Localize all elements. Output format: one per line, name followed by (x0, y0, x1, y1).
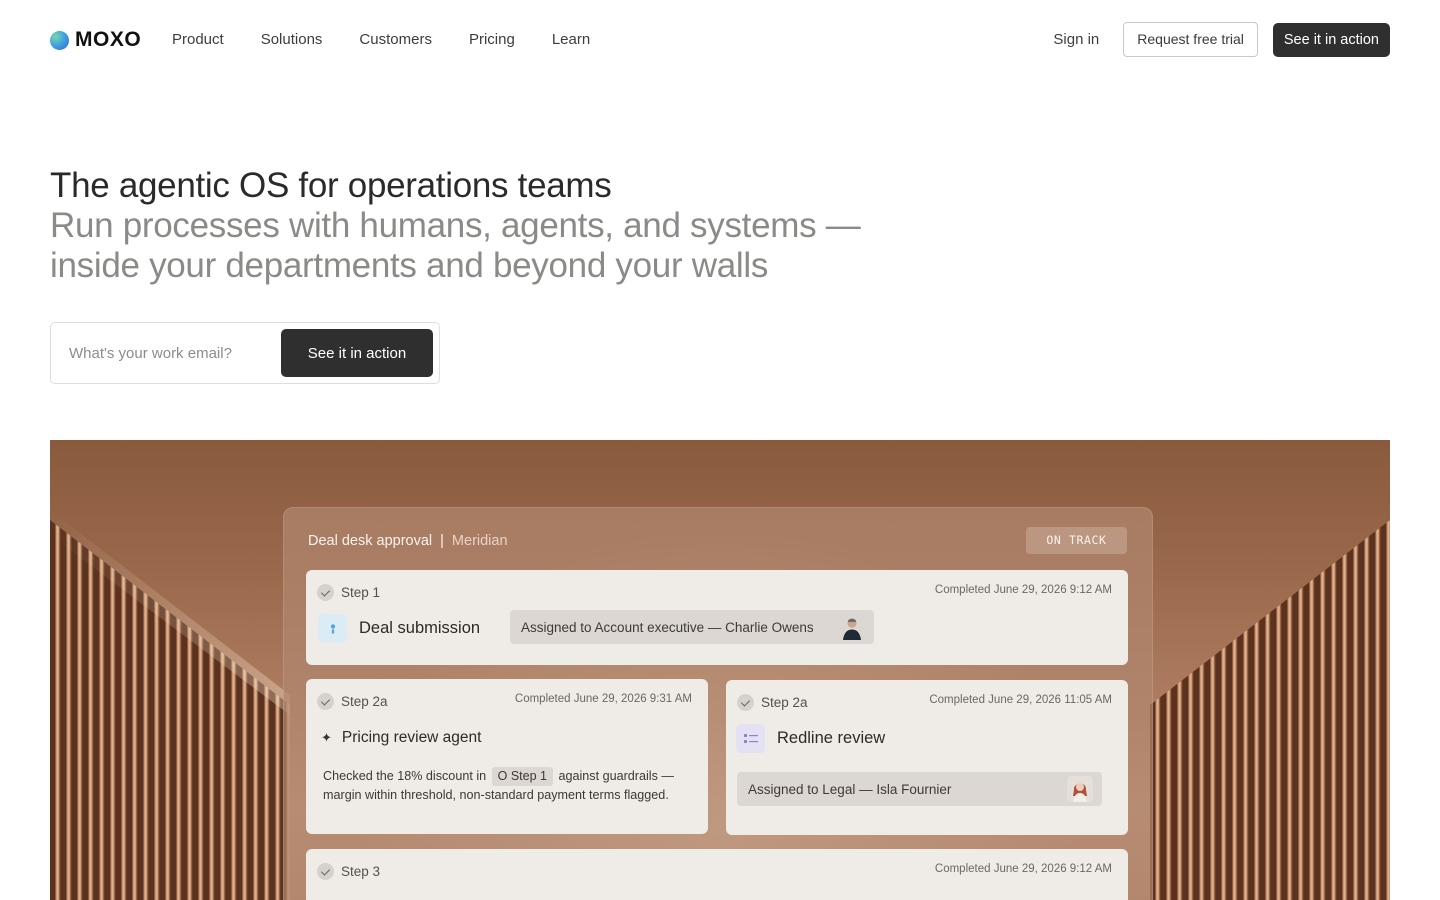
avatar (839, 614, 865, 640)
hero-title: The agentic OS for operations teams (50, 166, 612, 205)
completed-timestamp: Completed June 29, 2026 9:12 AM (934, 863, 1112, 875)
workflow-panel: Deal desk approval | Meridian ON TRACK S… (283, 507, 1153, 900)
workflow-client: Meridian (451, 533, 508, 549)
step-card[interactable]: Step 2a Completed June 29, 2026 9:31 AM … (306, 679, 708, 834)
task-row: Redline review (736, 724, 885, 753)
nav-link-product[interactable]: Product (172, 30, 224, 50)
sign-in-link[interactable]: Sign in (1053, 31, 1099, 48)
agent-summary-text: Checked the 18% discount in (323, 769, 487, 783)
check-icon (317, 863, 334, 880)
task-row: Deal submission (318, 614, 480, 643)
step-label: Step 3 (341, 864, 381, 879)
nav-link-solutions[interactable]: Solutions (261, 30, 323, 50)
workflow-title: Deal desk approval (308, 533, 433, 549)
completed-timestamp: Completed June 29, 2026 9:31 AM (514, 693, 692, 705)
step-card[interactable]: Step 3 Completed June 29, 2026 9:12 AM (306, 849, 1128, 900)
assignee-label: Assigned to Legal — Isla Fournier (748, 781, 952, 797)
task-name: Deal submission (359, 619, 481, 637)
assignee-label: Assigned to Account executive — Charlie … (521, 619, 814, 635)
primary-nav: Product Solutions Customers Pricing Lear… (172, 30, 590, 50)
logo-mark-icon (50, 30, 69, 50)
step-label: Step 1 (341, 585, 381, 600)
step-header: Step 1 (317, 584, 380, 601)
product-showcase: Deal desk approval | Meridian ON TRACK S… (50, 440, 1390, 900)
task-row: ✦ Pricing review agent (321, 729, 481, 747)
completed-timestamp: Completed June 29, 2026 11:05 AM (929, 694, 1112, 706)
step-header: Step 2a (737, 694, 808, 711)
step-header: Step 3 (317, 863, 380, 880)
check-icon (737, 694, 754, 711)
step-card[interactable]: Step 2a Completed June 29, 2026 11:05 AM… (726, 680, 1128, 835)
nav-actions: Sign in Request free trial See it in act… (1053, 22, 1390, 57)
agent-summary: Checked the 18% discount in O Step 1 aga… (323, 767, 698, 805)
top-nav: MOXO Product Solutions Customers Pricing… (0, 0, 1440, 80)
title-separator: | (440, 533, 444, 549)
step-label: Step 2a (761, 695, 808, 710)
check-icon (317, 584, 334, 601)
check-icon (317, 693, 334, 710)
nav-link-pricing[interactable]: Pricing (469, 30, 515, 50)
hero-see-it-in-action-button[interactable]: See it in action (281, 329, 433, 377)
hero: The agentic OS for operations teams Run … (50, 166, 950, 286)
logo-text: MOXO (75, 28, 142, 51)
workflow-header: Deal desk approval | Meridian (308, 533, 508, 549)
step-reference-chip[interactable]: O Step 1 (491, 767, 553, 786)
step-label: Step 2a (341, 694, 388, 709)
work-email-input[interactable] (52, 324, 277, 382)
task-name: Redline review (777, 729, 886, 747)
completed-timestamp: Completed June 29, 2026 9:12 AM (934, 584, 1112, 596)
hero-subtitle: Run processes with humans, agents, and s… (50, 206, 861, 285)
sparkle-icon: ✦ (321, 730, 332, 745)
email-signup-form: See it in action (50, 322, 440, 384)
nav-link-learn[interactable]: Learn (552, 30, 590, 50)
person-icon (318, 614, 347, 643)
nav-link-customers[interactable]: Customers (359, 30, 432, 50)
see-it-in-action-button[interactable]: See it in action (1272, 22, 1390, 57)
step-card[interactable]: Step 1 Completed June 29, 2026 9:12 AM D… (306, 570, 1128, 665)
brand-logo[interactable]: MOXO (50, 28, 142, 51)
status-badge: ON TRACK (1026, 527, 1127, 554)
request-trial-button[interactable]: Request free trial (1123, 22, 1258, 57)
assignee-chip[interactable]: Assigned to Account executive — Charlie … (510, 610, 874, 644)
avatar (1067, 776, 1093, 802)
step-header: Step 2a (317, 693, 388, 710)
assignee-chip[interactable]: Assigned to Legal — Isla Fournier (737, 772, 1102, 806)
list-icon (736, 724, 765, 753)
task-name: Pricing review agent (341, 729, 482, 746)
